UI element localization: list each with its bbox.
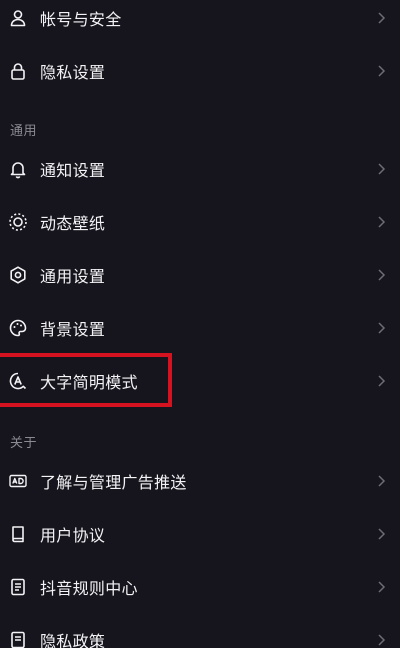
chevron-right-icon: [376, 374, 386, 388]
settings-item-ad-management[interactable]: 了解与管理广告推送: [0, 455, 400, 507]
settings-item-label: 通用设置: [40, 267, 106, 286]
book-icon: [8, 524, 28, 544]
chevron-right-icon: [376, 580, 386, 594]
settings-item-privacy-policy[interactable]: 隐私政策: [0, 614, 400, 648]
settings-item-large-text-mode[interactable]: 大字简明模式: [0, 355, 400, 407]
settings-item-label: 隐私设置: [40, 63, 106, 82]
settings-item-label: 抖音规则中心: [40, 579, 138, 598]
settings-item-label: 通知设置: [40, 161, 106, 180]
chevron-right-icon: [376, 162, 386, 176]
rules-document-icon: [8, 577, 28, 597]
settings-item-dynamic-wallpaper[interactable]: 动态壁纸: [0, 196, 400, 248]
settings-item-label: 背景设置: [40, 320, 106, 339]
person-icon: [8, 8, 28, 28]
settings-screen: 帐号与安全 隐私设置 通用 通知设置 动态壁纸 通用设置 背景设置 大字简明模式…: [0, 0, 400, 648]
settings-item-label: 帐号与安全: [40, 10, 122, 29]
large-text-mode-icon: [8, 371, 28, 391]
dynamic-wallpaper-icon: [8, 212, 28, 232]
settings-item-label: 动态壁纸: [40, 214, 106, 233]
ad-icon: [8, 471, 28, 491]
chevron-right-icon: [376, 527, 386, 541]
settings-item-rules-center[interactable]: 抖音规则中心: [0, 561, 400, 613]
palette-icon: [8, 318, 28, 338]
chevron-right-icon: [376, 321, 386, 335]
settings-item-background-settings[interactable]: 背景设置: [0, 302, 400, 354]
section-header-general: 通用: [10, 124, 38, 139]
chevron-right-icon: [376, 215, 386, 229]
chevron-right-icon: [376, 474, 386, 488]
chevron-right-icon: [376, 633, 386, 647]
settings-item-user-agreement[interactable]: 用户协议: [0, 508, 400, 560]
bell-icon: [8, 159, 28, 179]
settings-item-label: 隐私政策: [40, 632, 106, 648]
section-header-about: 关于: [10, 436, 38, 451]
settings-item-label: 大字简明模式: [40, 373, 138, 392]
settings-item-label: 用户协议: [40, 526, 106, 545]
settings-item-general-settings[interactable]: 通用设置: [0, 249, 400, 301]
lock-icon: [8, 61, 28, 81]
settings-item-privacy-settings[interactable]: 隐私设置: [0, 45, 400, 97]
settings-item-notification-settings[interactable]: 通知设置: [0, 143, 400, 195]
gear-icon: [8, 265, 28, 285]
chevron-right-icon: [376, 64, 386, 78]
chevron-right-icon: [376, 11, 386, 25]
privacy-policy-icon: [8, 630, 28, 648]
settings-item-label: 了解与管理广告推送: [40, 473, 187, 492]
chevron-right-icon: [376, 268, 386, 282]
settings-item-account-security[interactable]: 帐号与安全: [0, 0, 400, 44]
